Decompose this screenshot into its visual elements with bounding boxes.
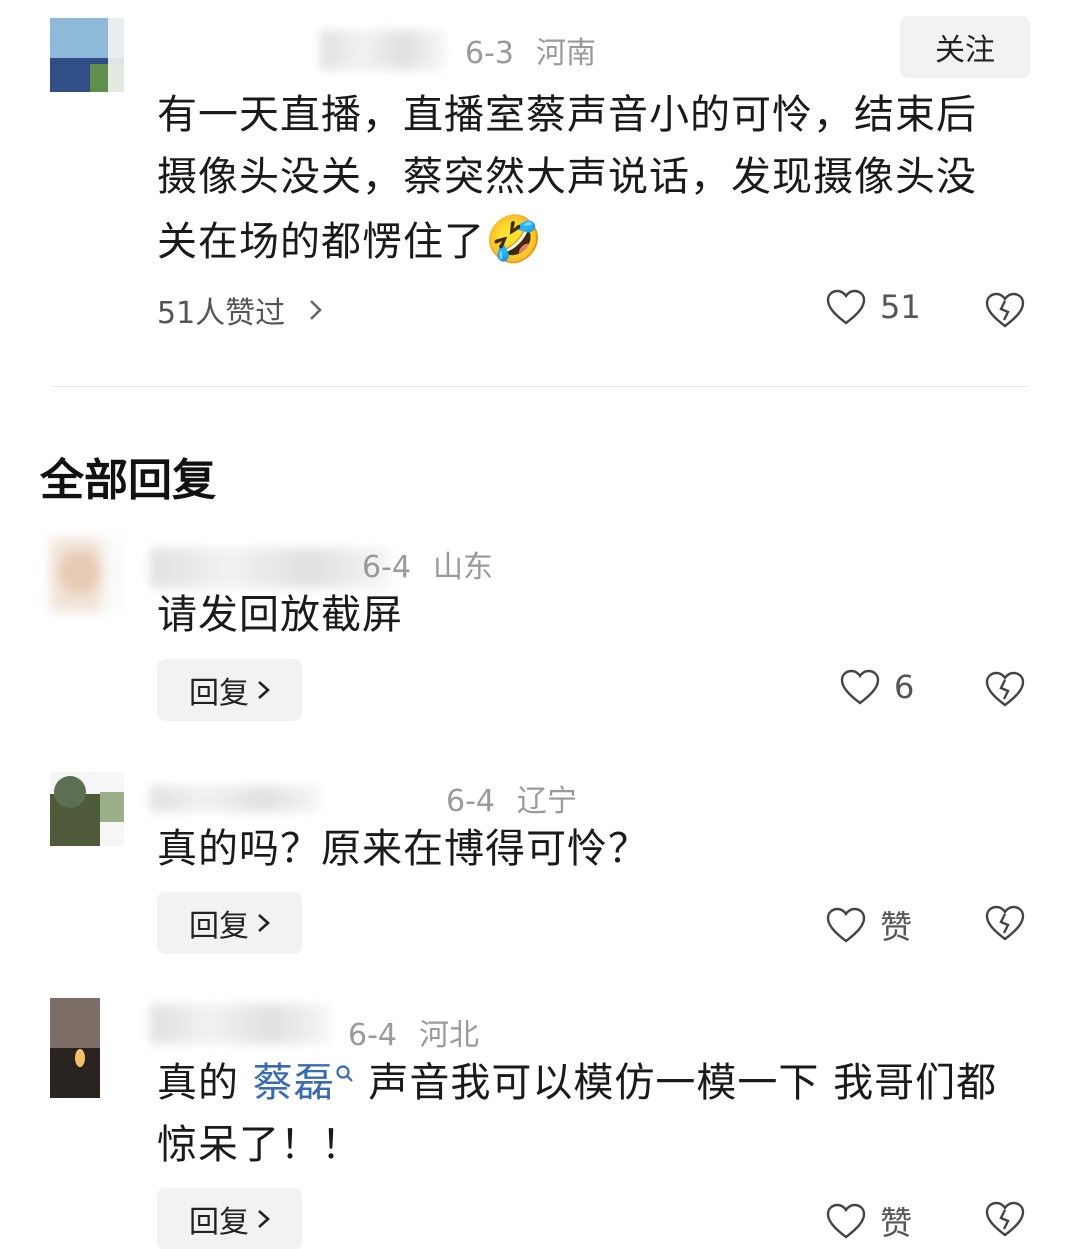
reply-date: 6-4 <box>348 1018 397 1053</box>
mention-text: 蔡磊 <box>252 1060 335 1106</box>
reply-button-label: 回复 <box>189 1205 249 1240</box>
like-label: 赞 <box>880 1204 913 1242</box>
dislike-button[interactable] <box>985 1201 1025 1241</box>
like-button[interactable]: 赞 <box>826 1198 912 1244</box>
reply-meta: 6-4 山东 <box>362 542 493 586</box>
reply-text: 请发回放截屏 <box>157 592 403 638</box>
broken-heart-icon <box>985 905 1025 941</box>
avatar[interactable] <box>50 18 124 92</box>
reply-meta: 6-4 河北 <box>348 1010 479 1054</box>
like-button[interactable]: 51 <box>826 288 921 326</box>
heart-icon <box>826 907 866 943</box>
heart-icon <box>840 669 880 705</box>
main-comment-text: 有一天直播，直播室蔡声音小的可怜，结束后摄像头没关，蔡突然大声说话，发现摄像头没… <box>157 84 1007 273</box>
laughing-emoji-icon: 🤣 <box>485 212 544 266</box>
username-blurred[interactable] <box>320 30 445 70</box>
like-button[interactable]: 6 <box>840 668 914 706</box>
mention-link[interactable]: 蔡磊 <box>253 1060 355 1106</box>
heart-icon <box>826 1203 866 1239</box>
dislike-button[interactable] <box>985 671 1025 711</box>
dislike-button[interactable] <box>985 905 1025 945</box>
reply-location: 河北 <box>419 1018 479 1053</box>
comment-date: 6-3 <box>465 36 514 71</box>
reply-location: 辽宁 <box>517 784 577 819</box>
like-count: 6 <box>894 668 915 706</box>
chevron-right-icon <box>258 914 270 932</box>
broken-heart-icon <box>985 1201 1025 1237</box>
avatar[interactable] <box>50 998 100 1098</box>
dislike-button[interactable] <box>985 292 1025 332</box>
replies-section-title: 全部回复 <box>40 455 216 506</box>
reply-button[interactable]: 回复 <box>157 1188 302 1249</box>
reply-button[interactable]: 回复 <box>157 892 302 954</box>
divider <box>52 386 1028 387</box>
chevron-right-icon <box>310 300 323 320</box>
comment-location: 河南 <box>536 36 596 71</box>
comment-meta: 6-3 河南 <box>465 28 596 72</box>
heart-icon <box>826 289 866 325</box>
reply-location: 山东 <box>433 550 493 585</box>
broken-heart-icon <box>985 671 1025 707</box>
reply-button-label: 回复 <box>189 676 249 711</box>
likers-text: 51人赞过 <box>157 296 286 331</box>
likers-link[interactable]: 51人赞过 <box>157 288 327 332</box>
reply-text: 真的 蔡磊 声音我可以模仿一模一下 我哥们都惊呆了！！ <box>157 1052 1037 1176</box>
reply-date: 6-4 <box>446 784 495 819</box>
search-icon <box>336 1065 353 1082</box>
like-count: 51 <box>880 288 921 326</box>
follow-button[interactable]: 关注 <box>900 16 1030 78</box>
avatar[interactable] <box>50 772 124 846</box>
reply-button-label: 回复 <box>189 909 249 944</box>
username-blurred[interactable] <box>150 786 320 812</box>
username-blurred[interactable] <box>150 548 390 588</box>
reply-date: 6-4 <box>362 550 411 585</box>
reply-meta: 6-4 辽宁 <box>446 776 577 820</box>
comment-body: 有一天直播，直播室蔡声音小的可怜，结束后摄像头没关，蔡突然大声说话，发现摄像头没… <box>157 92 977 265</box>
chevron-right-icon <box>258 1210 270 1228</box>
chevron-right-icon <box>258 681 270 699</box>
avatar[interactable] <box>50 538 124 612</box>
reply-text-prefix: 真的 <box>157 1060 253 1106</box>
broken-heart-icon <box>985 292 1025 328</box>
username-blurred[interactable] <box>150 1004 330 1044</box>
reply-text: 真的吗？原来在博得可怜？ <box>157 826 649 872</box>
like-button[interactable]: 赞 <box>826 902 912 948</box>
reply-button[interactable]: 回复 <box>157 659 302 721</box>
like-label: 赞 <box>880 908 913 946</box>
